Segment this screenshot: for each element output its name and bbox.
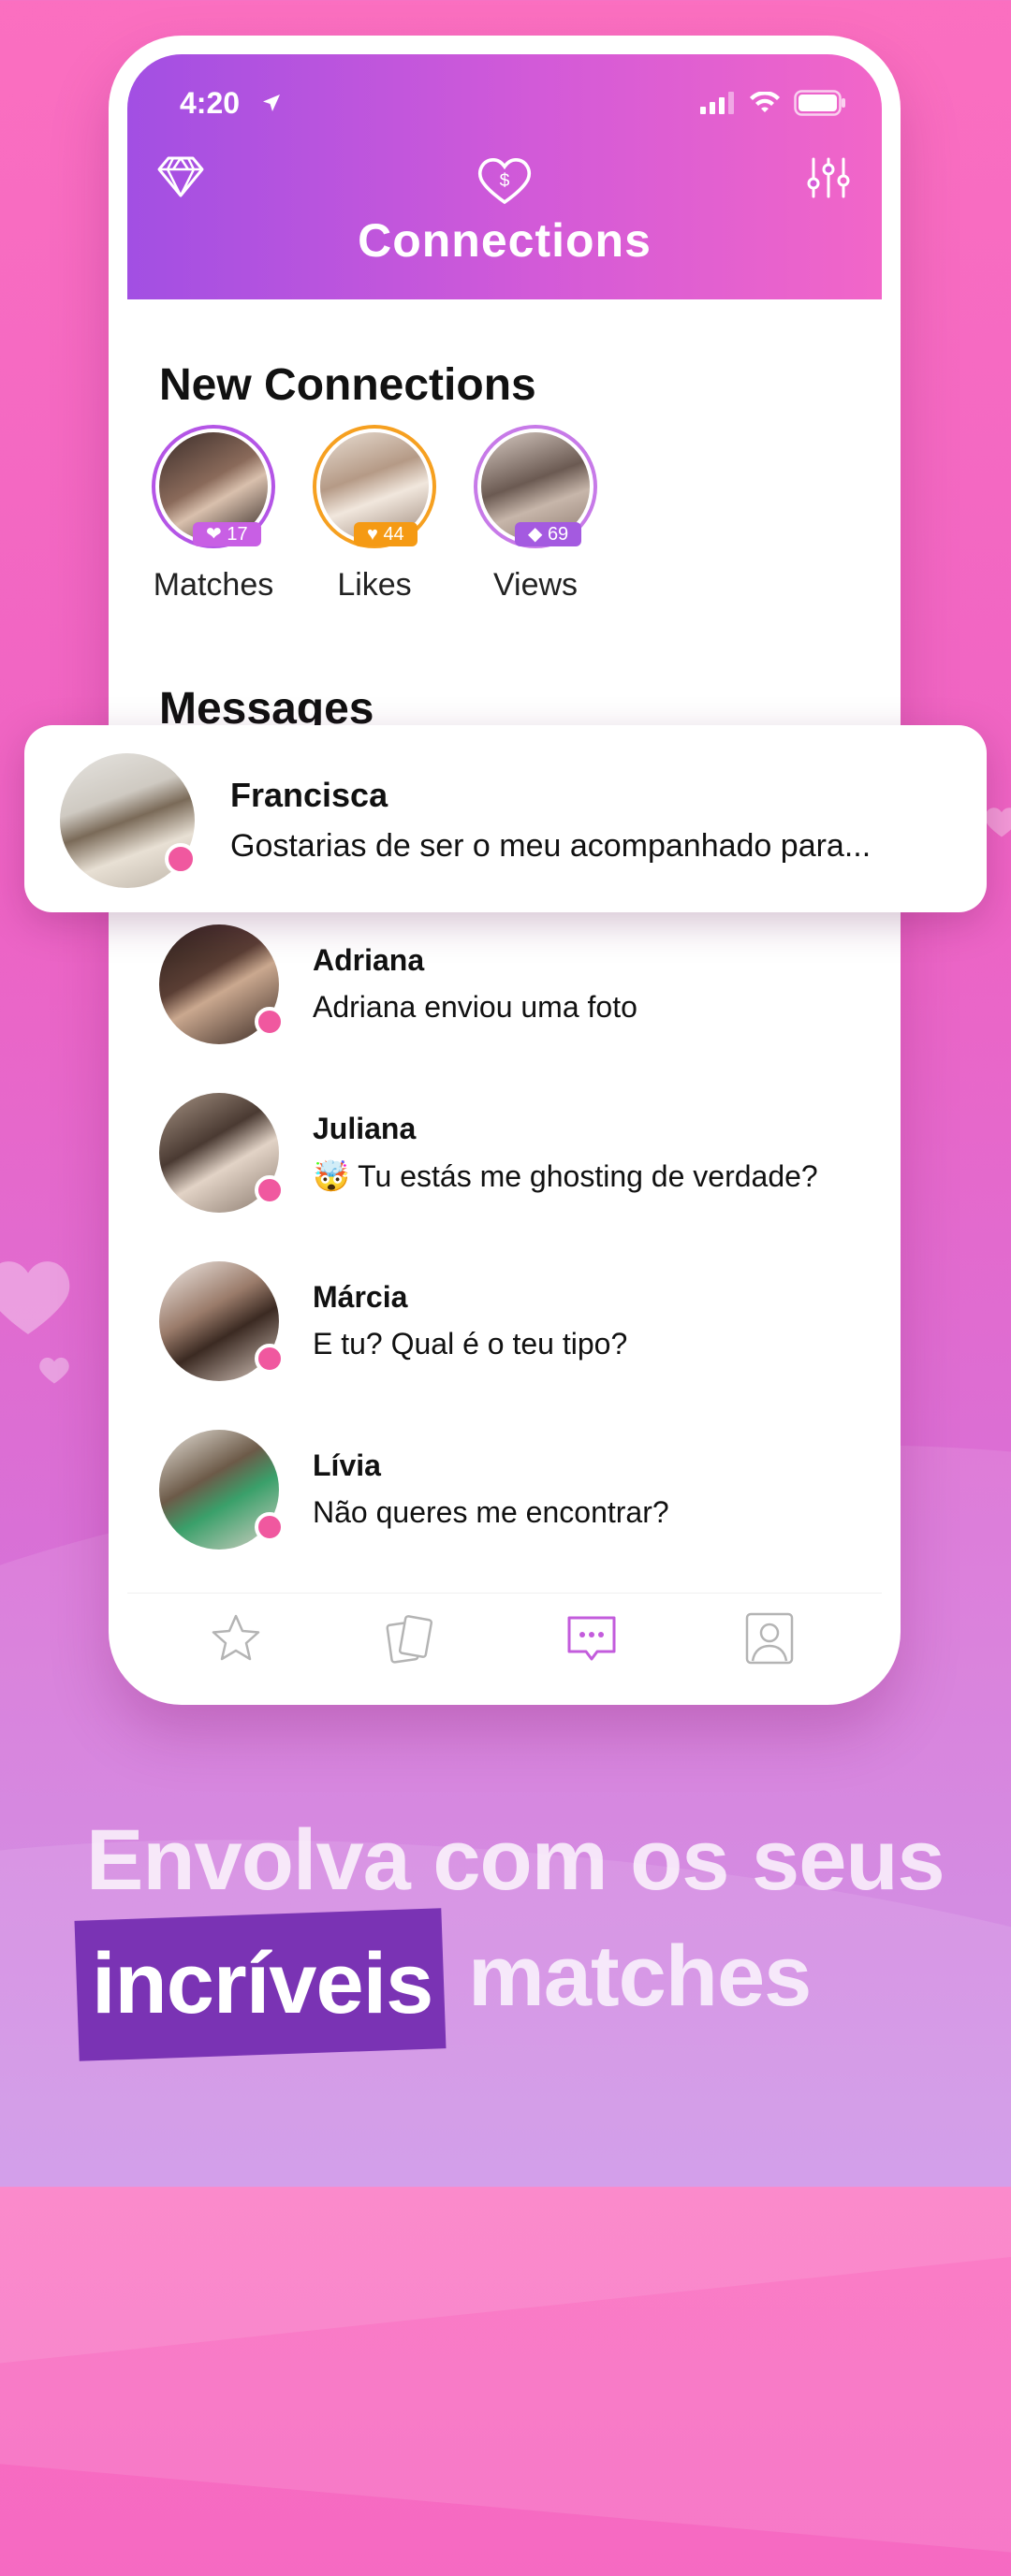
likes-label: Likes bbox=[337, 567, 412, 603]
tab-bar bbox=[127, 1593, 882, 1686]
contact-name: Francisca bbox=[230, 776, 388, 814]
heart-decoration-icon bbox=[0, 1261, 70, 1334]
message-row[interactable]: Lívia Não queres me encontrar? bbox=[159, 1430, 871, 1551]
tagline-line-1: Envolva com os seus bbox=[86, 1812, 945, 1908]
message-preview: Gostarias de ser o meu acompanhado para.… bbox=[230, 828, 872, 864]
message-row[interactable]: Adriana Adriana enviou uma foto bbox=[159, 924, 871, 1046]
views-label: Views bbox=[492, 567, 579, 603]
online-indicator bbox=[255, 1344, 285, 1374]
matches-label: Matches bbox=[153, 567, 274, 603]
likes-count-badge: ♥ 44 bbox=[354, 522, 418, 546]
chat-icon[interactable] bbox=[564, 1610, 620, 1666]
message-row[interactable]: Juliana 🤯 Tu estás me ghosting de verdad… bbox=[159, 1093, 871, 1215]
heart-coin-icon[interactable]: $ bbox=[477, 155, 532, 206]
heart-decoration-icon bbox=[39, 1357, 69, 1384]
tagline-line-2: matches bbox=[468, 1928, 812, 2024]
message-preview: E tu? Qual é o teu tipo? bbox=[313, 1327, 628, 1361]
likes-avatar: ♥ 44 bbox=[313, 425, 436, 548]
connection-views[interactable]: ◆ 69 Views bbox=[470, 425, 601, 604]
online-indicator bbox=[255, 1175, 285, 1205]
page-title: Connections bbox=[358, 214, 652, 267]
contact-name: Juliana bbox=[313, 1112, 417, 1145]
heart-decoration-icon bbox=[985, 808, 1011, 837]
signal-icon bbox=[700, 92, 734, 114]
message-row[interactable]: Márcia E tu? Qual é o teu tipo? bbox=[159, 1261, 871, 1383]
matches-avatar: ❤ 17 bbox=[152, 425, 275, 548]
tagline-highlight-word: incríveis bbox=[92, 1936, 433, 2031]
online-indicator bbox=[255, 1007, 285, 1037]
online-indicator bbox=[165, 843, 197, 875]
message-preview: 🤯 Tu estás me ghosting de verdade? bbox=[313, 1159, 818, 1193]
status-time: 4:20 bbox=[180, 86, 241, 120]
filter-sliders-icon[interactable] bbox=[807, 155, 850, 200]
message-preview: Adriana enviou uma foto bbox=[313, 990, 637, 1024]
star-icon[interactable] bbox=[208, 1610, 264, 1666]
online-indicator bbox=[255, 1512, 285, 1542]
location-arrow-icon bbox=[263, 95, 280, 111]
contact-name: Márcia bbox=[313, 1280, 408, 1314]
contact-name: Adriana bbox=[313, 943, 425, 977]
views-avatar: ◆ 69 bbox=[474, 425, 597, 548]
featured-message-card[interactable]: Francisca Gostarias de ser o meu acompan… bbox=[24, 725, 987, 912]
connection-matches[interactable]: ❤ 17 Matches bbox=[148, 425, 279, 604]
message-preview: Não queres me encontrar? bbox=[313, 1495, 669, 1529]
battery-icon bbox=[794, 90, 845, 116]
contact-name: Lívia bbox=[313, 1448, 381, 1482]
connection-likes[interactable]: ♥ 44 Likes bbox=[309, 425, 440, 604]
profile-icon[interactable] bbox=[741, 1610, 798, 1666]
views-count-badge: ◆ 69 bbox=[515, 522, 582, 546]
new-connections-heading: New Connections bbox=[159, 360, 536, 410]
cards-icon[interactable] bbox=[382, 1610, 438, 1666]
app-header: 4:20 $ Connections bbox=[127, 54, 882, 299]
diamond-icon[interactable] bbox=[157, 155, 204, 198]
svg-text:$: $ bbox=[500, 171, 510, 191]
wifi-icon bbox=[750, 92, 780, 112]
matches-count-badge: ❤ 17 bbox=[193, 522, 261, 546]
